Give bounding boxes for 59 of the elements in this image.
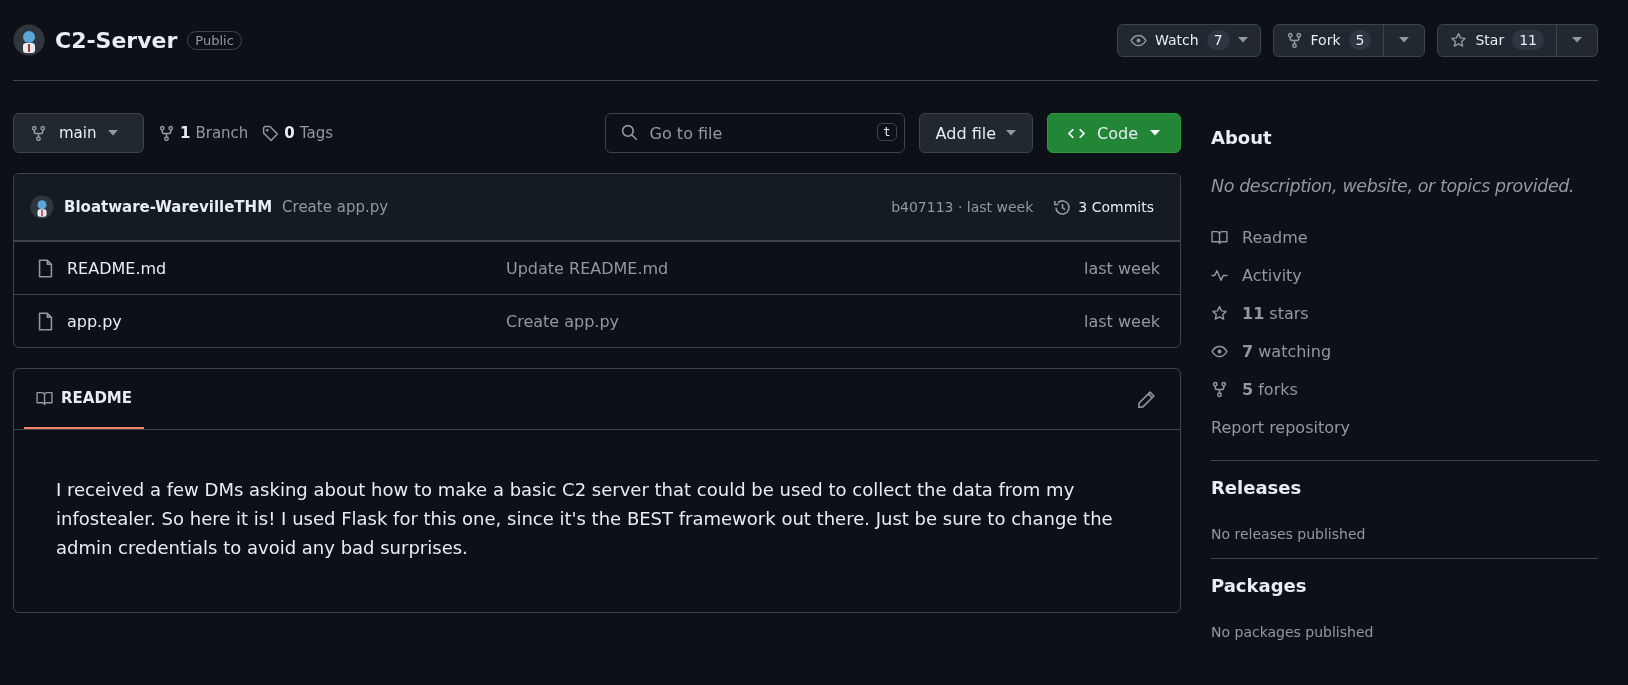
file-name[interactable]: README.md — [67, 258, 167, 278]
releases-heading[interactable]: Releases — [1211, 477, 1598, 498]
file-icon — [36, 311, 55, 331]
fork-icon — [1285, 31, 1303, 49]
caret-icon — [1150, 130, 1160, 136]
caret-icon — [1399, 37, 1410, 43]
shortcut-key: t — [877, 123, 897, 141]
report-link[interactable]: Report repository — [1211, 408, 1598, 446]
releases-text: No releases published — [1211, 526, 1367, 542]
counter: 11 — [1512, 30, 1544, 50]
fork-button[interactable]: Fork 5 — [1273, 24, 1384, 56]
about-link[interactable]: 11 stars — [1211, 294, 1598, 332]
about-link[interactable]: 5 forks — [1211, 370, 1598, 408]
add-file-button[interactable]: Add file — [918, 113, 1034, 153]
search-icon — [620, 124, 638, 141]
file-icon — [36, 258, 55, 278]
file-time: last week — [1084, 258, 1160, 278]
readme-tab[interactable]: README — [24, 369, 145, 429]
file-time: last week — [1084, 311, 1160, 331]
book-icon — [1211, 228, 1228, 246]
counter: 5 — [1348, 30, 1372, 50]
caret-icon — [1237, 37, 1248, 43]
packages-text: No packages published — [1211, 624, 1375, 640]
history-icon — [1053, 197, 1073, 217]
branch-icon — [30, 124, 47, 142]
counter: 7 — [1206, 30, 1230, 50]
branch-button[interactable]: main — [13, 113, 144, 153]
commit-author[interactable]: Bloatware-WarevilleTHM — [64, 198, 273, 216]
commit-message[interactable]: Create app.py — [282, 198, 389, 216]
caret-icon — [1572, 37, 1582, 43]
avatar-icon — [30, 195, 54, 219]
file-commit-message[interactable]: Update README.md — [506, 258, 1084, 278]
fork-icon — [1211, 380, 1228, 398]
readme-text: I received a few DMs asking about how to make a basic C2 server that could be used to collect the data from my infostealer. So here it is! I used Flask for this one, since it's the BEST framework out there. Just be sure to change the admin credentials to avoid any bad surprises. — [55, 478, 1114, 560]
tags-link[interactable]: 0 Tags — [262, 124, 333, 142]
star-icon — [1211, 304, 1228, 322]
star-icon — [1450, 31, 1468, 49]
eye-button[interactable]: Watch 7 — [1118, 24, 1260, 56]
about-description: No description, website, or topics provided. — [1211, 176, 1576, 196]
commits-link[interactable]: 3 Commits — [1053, 197, 1154, 217]
code-button[interactable]: Code — [1047, 113, 1181, 153]
pencil-icon — [1137, 389, 1156, 409]
repo-name[interactable]: C2-Server — [55, 27, 178, 53]
branches-link[interactable]: 1 Branch — [158, 124, 249, 142]
about-link[interactable]: Activity — [1211, 256, 1598, 294]
commit-hash[interactable]: b407113 · last week — [891, 199, 1034, 215]
caret-icon — [1006, 130, 1017, 136]
book-icon — [36, 389, 53, 407]
avatar-icon — [13, 24, 45, 56]
caret-icon — [108, 130, 119, 136]
packages-heading[interactable]: Packages — [1211, 575, 1598, 596]
tag-icon — [262, 124, 280, 142]
about-link[interactable]: 7 watching — [1211, 332, 1598, 370]
branch-icon — [158, 124, 175, 142]
star-button[interactable]: Star 11 — [1438, 24, 1556, 56]
file-name[interactable]: app.py — [67, 311, 122, 331]
file-commit-message[interactable]: Create app.py — [506, 311, 1084, 331]
about-link[interactable]: Readme — [1211, 218, 1598, 256]
about-heading: About — [1211, 127, 1273, 148]
